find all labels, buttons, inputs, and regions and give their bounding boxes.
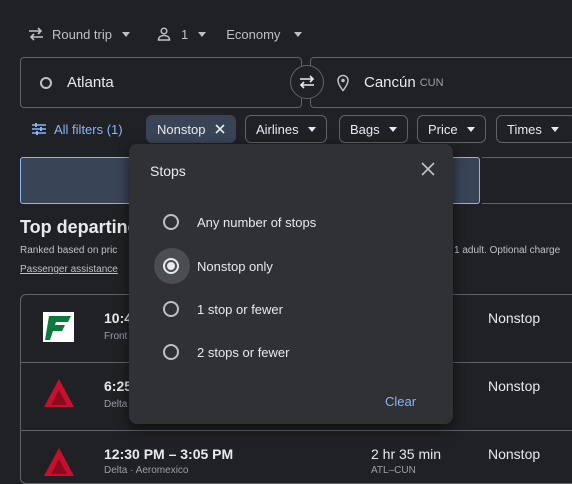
flight-duration: 2 hr 35 min bbox=[371, 446, 442, 462]
delta-logo bbox=[43, 447, 75, 482]
chevron-down-icon bbox=[307, 126, 316, 132]
stops-option-two[interactable]: 2 stops or fewer bbox=[163, 337, 290, 367]
destination-value: Cancún bbox=[364, 74, 416, 91]
flight-stops: Nonstop bbox=[488, 446, 541, 462]
sort-tab[interactable] bbox=[482, 157, 572, 204]
close-popup-button[interactable] bbox=[421, 162, 435, 176]
swap-locations-button[interactable] bbox=[290, 65, 324, 99]
flight-time: 6:25 bbox=[104, 378, 133, 394]
flight-stops: Nonstop bbox=[488, 310, 541, 326]
section-title: Top departing bbox=[20, 217, 139, 237]
stops-option-label: 2 stops or fewer bbox=[197, 344, 290, 360]
times-chip[interactable]: Times bbox=[496, 115, 572, 143]
passengers-dropdown[interactable]: 1 bbox=[157, 22, 207, 46]
radio-button[interactable] bbox=[163, 344, 179, 360]
chevron-down-icon bbox=[198, 31, 207, 37]
radio-button[interactable] bbox=[163, 301, 179, 317]
passenger-assistance-link[interactable]: Passenger assistance bbox=[20, 264, 118, 275]
flight-stops: Nonstop bbox=[488, 378, 541, 394]
stops-option-one[interactable]: 1 stop or fewer bbox=[163, 294, 283, 324]
flight-airline: Delta bbox=[104, 399, 128, 410]
nonstop-chip-label: Nonstop bbox=[157, 121, 206, 137]
radio-button-selected[interactable] bbox=[163, 258, 179, 274]
flight-airline: Front bbox=[104, 331, 128, 342]
price-note: 1 adult. Optional charge bbox=[454, 245, 561, 256]
bags-chip[interactable]: Bags bbox=[339, 115, 408, 143]
stops-option-any[interactable]: Any number of stops bbox=[163, 207, 316, 237]
stops-option-label: 1 stop or fewer bbox=[197, 301, 283, 317]
chevron-down-icon bbox=[121, 31, 130, 37]
trip-type-dropdown[interactable]: Round trip bbox=[28, 22, 130, 46]
chevron-down-icon bbox=[466, 126, 475, 132]
ranked-note: Ranked based on pric bbox=[20, 245, 118, 256]
cabin-class-dropdown[interactable]: Economy bbox=[226, 22, 303, 46]
clear-button[interactable]: Clear bbox=[385, 394, 416, 409]
destination-field[interactable]: Cancún CUN bbox=[310, 57, 572, 108]
flight-route: ATL–CUN bbox=[371, 465, 416, 476]
airlines-chip[interactable]: Airlines bbox=[245, 115, 327, 143]
price-chip[interactable]: Price bbox=[417, 115, 486, 143]
cabin-class-label: Economy bbox=[226, 26, 281, 42]
flight-time: 10:4 bbox=[104, 310, 133, 326]
location-pin-icon bbox=[337, 74, 349, 92]
frontier-logo bbox=[43, 312, 74, 342]
chevron-down-icon bbox=[294, 31, 303, 37]
delta-logo bbox=[43, 378, 75, 413]
stops-popup-title: Stops bbox=[150, 163, 186, 179]
destination-code: CUN bbox=[419, 76, 444, 89]
trip-options-row: Round trip 1 Economy bbox=[28, 22, 303, 46]
all-filters-label: All filters (1) bbox=[54, 121, 123, 137]
origin-value: Atlanta bbox=[67, 74, 114, 91]
price-chip-label: Price bbox=[428, 121, 458, 137]
stops-option-label: Nonstop only bbox=[197, 258, 273, 274]
stops-popup: Stops Any number of stops Nonstop only 1… bbox=[129, 144, 453, 424]
tune-icon bbox=[32, 123, 46, 135]
origin-circle-icon bbox=[40, 76, 52, 89]
close-icon[interactable] bbox=[215, 124, 225, 134]
flight-time: 12:30 PM – 3:05 PM bbox=[104, 446, 234, 462]
chevron-down-icon bbox=[388, 126, 397, 132]
chevron-down-icon bbox=[550, 126, 559, 132]
trip-type-label: Round trip bbox=[52, 26, 112, 42]
flight-airline: Delta · Aeromexico bbox=[104, 465, 189, 476]
origin-field[interactable]: Atlanta bbox=[20, 57, 302, 108]
times-chip-label: Times bbox=[507, 121, 542, 137]
all-filters-button[interactable]: All filters (1) bbox=[32, 115, 123, 143]
row-divider bbox=[20, 430, 572, 431]
person-icon bbox=[157, 27, 171, 41]
airlines-chip-label: Airlines bbox=[256, 121, 299, 137]
bags-chip-label: Bags bbox=[350, 121, 380, 137]
nonstop-chip[interactable]: Nonstop bbox=[146, 115, 237, 143]
stops-option-nonstop[interactable]: Nonstop only bbox=[163, 251, 273, 281]
stops-option-label: Any number of stops bbox=[197, 214, 317, 230]
passenger-count: 1 bbox=[180, 26, 189, 42]
swap-icon bbox=[299, 75, 315, 89]
radio-button[interactable] bbox=[163, 214, 179, 230]
swap-arrows-icon bbox=[29, 27, 43, 41]
